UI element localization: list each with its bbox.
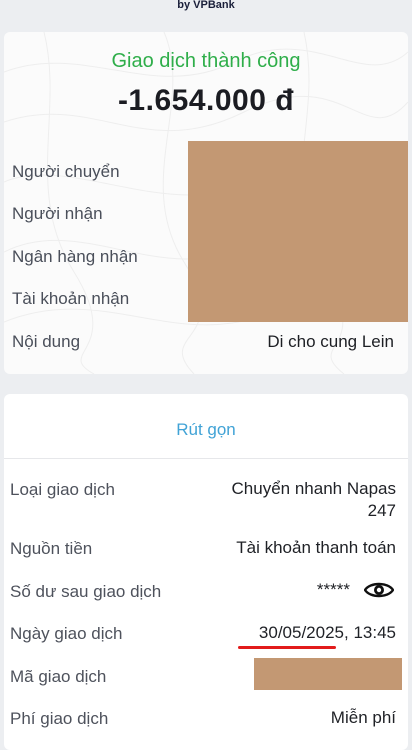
recipient-label: Người nhận — [12, 204, 103, 223]
transaction-result-card: Giao dịch thành công -1.654.000 đ Người … — [4, 32, 408, 374]
balance-after-label: Số dư sau giao dịch — [10, 582, 162, 601]
redaction-block — [188, 141, 408, 322]
brand-header: by VPBank — [0, 0, 412, 18]
transaction-id-label: Mã giao dịch — [10, 667, 107, 686]
redaction-block — [254, 658, 402, 690]
eye-icon[interactable] — [364, 580, 394, 600]
transaction-type-value-line2: 247 — [367, 501, 396, 520]
collapse-button[interactable]: Rút gọn — [4, 420, 408, 440]
recipient-account-label: Tài khoản nhận — [12, 289, 130, 308]
transaction-type-value: Chuyển nhanh Napas 247 — [232, 478, 396, 522]
brand-text: by VPBank — [177, 0, 235, 11]
transaction-type-label: Loại giao dịch — [10, 480, 115, 499]
transaction-date-value: 30/05/2025, 13:45 — [258, 623, 396, 642]
transaction-date-label: Ngày giao dịch — [10, 624, 123, 643]
highlight-underline — [238, 646, 336, 649]
transaction-details-card: Rút gọn Loại giao dịch Chuyển nhanh Napa… — [4, 394, 408, 750]
fee-label: Phí giao dịch — [10, 709, 109, 728]
content-label: Nội dung — [12, 332, 81, 351]
source-of-funds-label: Nguồn tiền — [10, 539, 93, 558]
recipient-bank-label: Ngân hàng nhận — [12, 247, 138, 266]
sender-label: Người chuyển — [12, 162, 120, 181]
source-of-funds-value: Tài khoản thanh toán — [236, 538, 396, 557]
content-value: Di cho cung Lein — [267, 332, 394, 351]
divider — [4, 458, 408, 459]
transaction-type-value-line1: Chuyển nhanh Napas — [231, 479, 396, 498]
transaction-amount: -1.654.000 đ — [117, 84, 295, 117]
balance-after-value: ***** — [316, 580, 350, 599]
transaction-status: Giao dịch thành công — [111, 50, 301, 72]
fee-value: Miễn phí — [330, 708, 396, 727]
